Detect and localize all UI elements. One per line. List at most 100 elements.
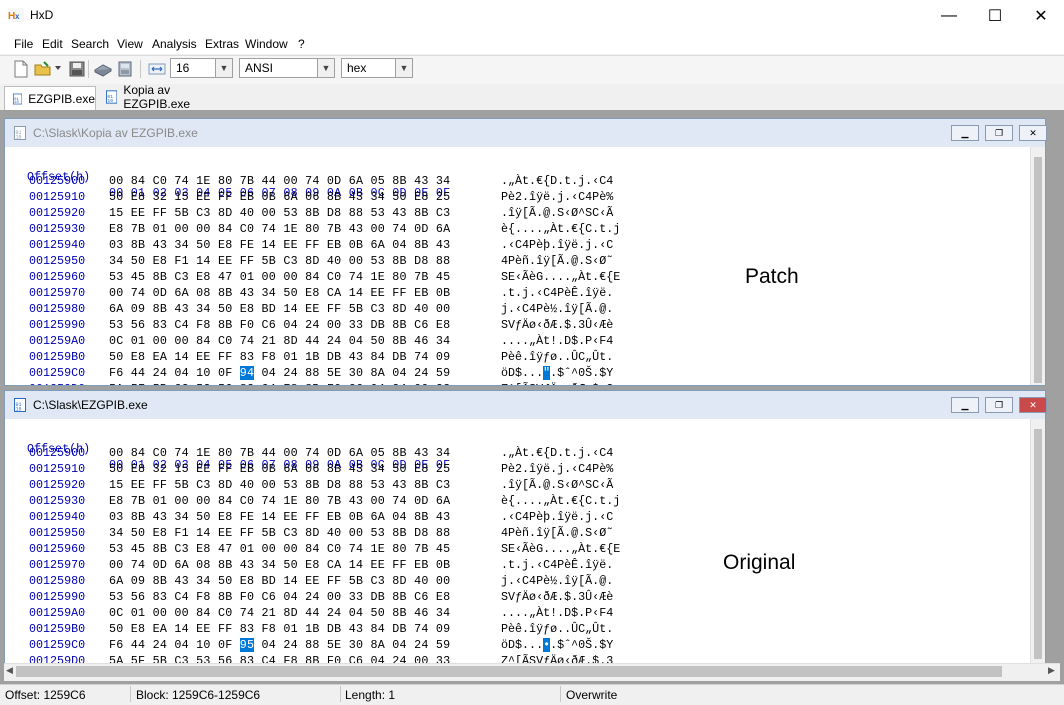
hex-row[interactable]: 00125940 03 8B 43 34 50 E8 FE 14 EE FF EB… bbox=[5, 509, 1005, 525]
row-hex-bytes[interactable]: 50 E8 32 15 EE FF EB 0B 6A 06 8B 43 34 5… bbox=[109, 461, 450, 477]
row-text[interactable]: öD$...•.$ˆ^0Š.$Y bbox=[501, 637, 613, 653]
editor-window-original[interactable]: 01 10 C:\Slask\EZGPIB.exe ▁ ❐ ✕ Offset(h)… bbox=[4, 390, 1047, 664]
menu-view[interactable]: View bbox=[117, 37, 143, 51]
editor-minimize-button[interactable]: ▁ bbox=[951, 125, 979, 141]
row-text[interactable]: .„Àt.€{D.t.j.‹C4 bbox=[501, 173, 613, 189]
hex-row[interactable]: 00125900 00 84 C0 74 1E 80 7B 44 00 74 0D… bbox=[5, 173, 1005, 189]
save-icon[interactable] bbox=[68, 60, 86, 78]
row-hex-bytes[interactable]: E8 7B 01 00 00 84 C0 74 1E 80 7B 43 00 7… bbox=[109, 221, 450, 237]
row-hex-bytes[interactable]: 0C 01 00 00 84 C0 74 21 8D 44 24 04 50 8… bbox=[109, 605, 450, 621]
menu-file[interactable]: File bbox=[14, 37, 33, 51]
scroll-right-icon[interactable]: ▶ bbox=[1048, 665, 1055, 676]
row-hex-bytes[interactable]: 03 8B 43 34 50 E8 FE 14 EE FF EB 0B 6A 0… bbox=[109, 509, 450, 525]
hex-row[interactable]: 00125950 34 50 E8 F1 14 EE FF 5B C3 8D 40… bbox=[5, 253, 1005, 269]
row-text[interactable]: .‹C4Pèþ.îÿë.j.‹C bbox=[501, 509, 613, 525]
hex-row[interactable]: 00125930 E8 7B 01 00 00 84 C0 74 1E 80 7B… bbox=[5, 493, 1005, 509]
open-ram-icon[interactable] bbox=[116, 60, 134, 78]
hex-row[interactable]: 00125970 00 74 0D 6A 08 8B 43 34 50 E8 CA… bbox=[5, 557, 1005, 573]
hex-row[interactable]: 00125980 6A 09 8B 43 34 50 E8 BD 14 EE FF… bbox=[5, 301, 1005, 317]
row-text[interactable]: j.‹C4Pè½.îÿ[Ã.@. bbox=[501, 301, 613, 317]
row-hex-bytes[interactable]: F6 44 24 04 10 0F 94 04 24 88 5E 30 8A 0… bbox=[109, 365, 450, 381]
row-text[interactable]: .îÿ[Ã.@.S‹Ø^SC‹Ã bbox=[501, 205, 613, 221]
hex-view[interactable]: Offset(h) 00 01 02 03 04 05 06 07 08 09 … bbox=[5, 419, 1035, 663]
row-text[interactable]: Pè2.îÿë.j.‹C4Pè% bbox=[501, 461, 613, 477]
row-hex-bytes[interactable]: 6A 09 8B 43 34 50 E8 BD 14 EE FF 5B C3 8… bbox=[109, 573, 450, 589]
hex-row[interactable]: 001259A0 0C 01 00 00 84 C0 74 21 8D 44 24… bbox=[5, 605, 1005, 621]
hex-row[interactable]: 00125990 53 56 83 C4 F8 8B F0 C6 04 24 00… bbox=[5, 317, 1005, 333]
editor-title-bar[interactable]: 01 10 C:\Slask\Kopia av EZGPIB.exe ▁ ❐ ✕ bbox=[5, 119, 1047, 147]
vertical-scrollbar[interactable] bbox=[1030, 147, 1045, 385]
selected-byte[interactable]: 95 bbox=[239, 638, 255, 652]
hex-row[interactable]: 001259C0 F6 44 24 04 10 0F 94 04 24 88 5E… bbox=[5, 365, 1005, 381]
row-text[interactable]: .‹C4Pèþ.îÿë.j.‹C bbox=[501, 237, 613, 253]
row-hex-bytes[interactable]: 34 50 E8 F1 14 EE FF 5B C3 8D 40 00 53 8… bbox=[109, 525, 450, 541]
row-text[interactable]: öD$...".$ˆ^0Š.$Y bbox=[501, 365, 613, 381]
editor-window-patch[interactable]: 01 10 C:\Slask\Kopia av EZGPIB.exe ▁ ❐ ✕ … bbox=[4, 118, 1047, 386]
hex-row[interactable]: 00125920 15 EE FF 5B C3 8D 40 00 53 8B D8… bbox=[5, 205, 1005, 221]
hex-row[interactable]: 001259C0 F6 44 24 04 10 0F 95 04 24 88 5E… bbox=[5, 637, 1005, 653]
row-text[interactable]: SVƒÄø‹ðÆ.$.3Û‹Æè bbox=[501, 317, 613, 333]
hex-row[interactable]: 001259D0 5A 5F 5B C3 53 56 83 C4 F8 8B F0… bbox=[5, 381, 1005, 385]
editor-minimize-button[interactable]: ▁ bbox=[951, 397, 979, 413]
row-hex-bytes[interactable]: 00 74 0D 6A 08 8B 43 34 50 E8 CA 14 EE F… bbox=[109, 285, 450, 301]
row-text[interactable]: 4Pèñ.îÿ[Ã.@.S‹Ø˜ bbox=[501, 253, 613, 269]
row-hex-bytes[interactable]: 53 45 8B C3 E8 47 01 00 00 84 C0 74 1E 8… bbox=[109, 269, 450, 285]
open-folder-icon[interactable] bbox=[34, 60, 52, 78]
row-hex-bytes[interactable]: 15 EE FF 5B C3 8D 40 00 53 8B D8 88 53 4… bbox=[109, 205, 450, 221]
hex-row[interactable]: 00125920 15 EE FF 5B C3 8D 40 00 53 8B D8… bbox=[5, 477, 1005, 493]
row-hex-bytes[interactable]: 53 45 8B C3 E8 47 01 00 00 84 C0 74 1E 8… bbox=[109, 541, 450, 557]
charset-select[interactable]: ANSI ▼ bbox=[239, 58, 335, 78]
row-text[interactable]: è{....„Àt.€{C.t.j bbox=[501, 221, 620, 237]
hex-row[interactable]: 001259A0 0C 01 00 00 84 C0 74 21 8D 44 24… bbox=[5, 333, 1005, 349]
hex-row[interactable]: 00125940 03 8B 43 34 50 E8 FE 14 EE FF EB… bbox=[5, 237, 1005, 253]
new-file-icon[interactable] bbox=[12, 60, 30, 78]
row-hex-bytes[interactable]: 00 74 0D 6A 08 8B 43 34 50 E8 CA 14 EE F… bbox=[109, 557, 450, 573]
close-button[interactable]: ✕ bbox=[1018, 0, 1064, 31]
menu-extras[interactable]: Extras bbox=[205, 37, 239, 51]
hex-row[interactable]: 00125900 00 84 C0 74 1E 80 7B 44 00 74 0D… bbox=[5, 445, 1005, 461]
row-hex-bytes[interactable]: 0C 01 00 00 84 C0 74 21 8D 44 24 04 50 8… bbox=[109, 333, 450, 349]
hex-row[interactable]: 001259D0 5A 5F 5B C3 53 56 83 C4 F8 8B F0… bbox=[5, 653, 1005, 663]
row-hex-bytes[interactable]: 03 8B 43 34 50 E8 FE 14 EE FF EB 0B 6A 0… bbox=[109, 237, 450, 253]
row-text[interactable]: è{....„Àt.€{C.t.j bbox=[501, 493, 620, 509]
minimize-button[interactable]: — bbox=[926, 0, 972, 31]
row-hex-bytes[interactable]: 5A 5F 5B C3 53 56 83 C4 F8 8B F0 C6 04 2… bbox=[109, 381, 450, 385]
hex-view[interactable]: Offset(h) 00 01 02 03 04 05 06 07 08 09 … bbox=[5, 147, 1035, 385]
hex-row[interactable]: 00125960 53 45 8B C3 E8 47 01 00 00 84 C0… bbox=[5, 541, 1005, 557]
chevron-down-icon[interactable]: ▼ bbox=[317, 59, 334, 77]
row-hex-bytes[interactable]: F6 44 24 04 10 0F 95 04 24 88 5E 30 8A 0… bbox=[109, 637, 450, 653]
row-text[interactable]: Z^[ÃSVƒÄø‹ðÆ.$.3 bbox=[501, 381, 613, 385]
editor-restore-button[interactable]: ❐ bbox=[985, 125, 1013, 141]
hex-row[interactable]: 00125960 53 45 8B C3 E8 47 01 00 00 84 C0… bbox=[5, 269, 1005, 285]
row-text[interactable]: Pèê.îÿƒø..ÛC„Ût. bbox=[501, 349, 613, 365]
bytes-per-row-select[interactable]: 16 ▼ bbox=[170, 58, 233, 78]
menu-edit[interactable]: Edit bbox=[42, 37, 63, 51]
row-hex-bytes[interactable]: 50 E8 EA 14 EE FF 83 F8 01 1B DB 43 84 D… bbox=[109, 349, 450, 365]
row-hex-bytes[interactable]: 53 56 83 C4 F8 8B F0 C6 04 24 00 33 DB 8… bbox=[109, 317, 450, 333]
row-text[interactable]: SE‹ÃèG....„Àt.€{E bbox=[501, 269, 620, 285]
row-text[interactable]: .t.j.‹C4PèÊ.îÿë. bbox=[501, 285, 613, 301]
row-text[interactable]: Z^[ÃSVƒÄø‹ðÆ.$.3 bbox=[501, 653, 613, 663]
row-hex-bytes[interactable]: 50 E8 EA 14 EE FF 83 F8 01 1B DB 43 84 D… bbox=[109, 621, 450, 637]
hex-row[interactable]: 00125990 53 56 83 C4 F8 8B F0 C6 04 24 00… bbox=[5, 589, 1005, 605]
hex-row[interactable]: 00125970 00 74 0D 6A 08 8B 43 34 50 E8 CA… bbox=[5, 285, 1005, 301]
chevron-down-icon[interactable]: ▼ bbox=[215, 59, 232, 77]
editor-restore-button[interactable]: ❐ bbox=[985, 397, 1013, 413]
row-hex-bytes[interactable]: 53 56 83 C4 F8 8B F0 C6 04 24 00 33 DB 8… bbox=[109, 589, 450, 605]
scrollbar-thumb[interactable] bbox=[1034, 157, 1042, 383]
scrollbar-thumb[interactable] bbox=[16, 666, 1002, 677]
hex-row[interactable]: 001259B0 50 E8 EA 14 EE FF 83 F8 01 1B DB… bbox=[5, 349, 1005, 365]
row-text[interactable]: .„Àt.€{D.t.j.‹C4 bbox=[501, 445, 613, 461]
display-mode-select[interactable]: hex ▼ bbox=[341, 58, 413, 78]
menu-help[interactable]: ? bbox=[298, 37, 305, 51]
row-text[interactable]: SE‹ÃèG....„Àt.€{E bbox=[501, 541, 620, 557]
editor-title-bar[interactable]: 01 10 C:\Slask\EZGPIB.exe ▁ ❐ ✕ bbox=[5, 391, 1047, 419]
row-text[interactable]: ....„Àt!.D$.P‹F4 bbox=[501, 333, 613, 349]
maximize-button[interactable]: ☐ bbox=[972, 0, 1018, 31]
row-hex-bytes[interactable]: 15 EE FF 5B C3 8D 40 00 53 8B D8 88 53 4… bbox=[109, 477, 450, 493]
row-hex-bytes[interactable]: 50 E8 32 15 EE FF EB 0B 6A 06 8B 43 34 5… bbox=[109, 189, 450, 205]
chevron-down-icon[interactable] bbox=[54, 64, 62, 72]
hex-row[interactable]: 00125980 6A 09 8B 43 34 50 E8 BD 14 EE FF… bbox=[5, 573, 1005, 589]
row-text[interactable]: j.‹C4Pè½.îÿ[Ã.@. bbox=[501, 573, 613, 589]
tab-kopia-av-ezgpib[interactable]: 01 10 Kopia av EZGPIB.exe bbox=[98, 83, 234, 111]
